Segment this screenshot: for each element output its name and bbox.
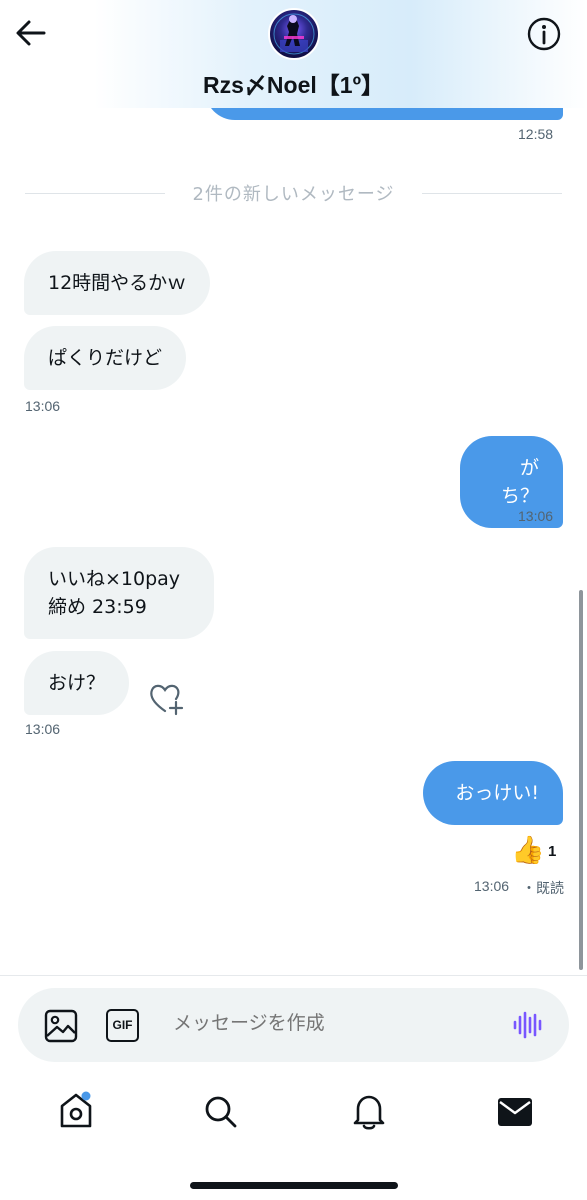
home-icon[interactable] — [58, 1090, 94, 1130]
home-indicator[interactable] — [190, 1182, 398, 1189]
incoming-message-bubble[interactable]: おけ？ — [24, 651, 130, 715]
incoming-message-bubble[interactable]: いいね×10pay 締め 23:59 — [24, 547, 214, 639]
dm-screen: 12:58 2件の新しいメッセージ 12時間やるかｗ ぱくりだけど 13:06 … — [0, 0, 587, 1200]
incoming-message-bubble[interactable]: ぱくりだけど — [24, 326, 187, 390]
message-composer: GIF — [18, 988, 569, 1062]
voice-message-icon[interactable] — [512, 1010, 542, 1040]
gif-label: GIF — [112, 1018, 133, 1032]
message-input[interactable] — [173, 1012, 473, 1034]
message-text-line: いいね×10pay — [48, 568, 181, 590]
message-timestamp: 12:58 — [518, 126, 554, 142]
add-reaction-heart-icon[interactable] — [148, 682, 188, 716]
bottom-nav — [0, 1080, 587, 1150]
info-icon[interactable] — [526, 16, 562, 52]
avatar-image — [273, 13, 315, 55]
gif-button[interactable]: GIF — [106, 1009, 139, 1042]
message-timestamp: 13:06 — [474, 878, 510, 894]
scrollbar[interactable] — [579, 590, 583, 970]
message-text-line: 締め 23:59 — [48, 596, 147, 618]
conversation-title[interactable]: Rzs〆Noel【1º】 — [0, 66, 587, 100]
outgoing-message-bubble[interactable]: おっけい! — [423, 761, 563, 825]
thumbs-up-emoji: 👍 — [511, 835, 545, 866]
incoming-message-bubble[interactable]: 12時間やるかｗ — [24, 251, 211, 315]
mail-icon[interactable] — [497, 1097, 533, 1127]
reaction-count: 1 — [548, 843, 557, 860]
composer-separator — [0, 975, 587, 976]
image-icon[interactable] — [44, 1009, 78, 1043]
search-icon[interactable] — [204, 1095, 238, 1129]
avatar[interactable] — [268, 8, 320, 60]
reaction-badge[interactable]: 👍 1 — [511, 834, 556, 868]
notification-dot — [81, 1091, 91, 1101]
message-timestamp: 13:06 — [518, 508, 554, 524]
message-timestamp: 13:06 — [25, 721, 61, 737]
divider-line-right — [422, 193, 562, 194]
arrow-left-icon[interactable] — [14, 16, 48, 50]
conversation-header: Rzs〆Noel【1º】 — [0, 0, 587, 108]
message-timestamp: 13:06 — [25, 398, 61, 414]
bell-icon[interactable] — [352, 1093, 386, 1131]
read-receipt: ・既読 — [522, 880, 564, 896]
chat-thread[interactable]: 12:58 2件の新しいメッセージ 12時間やるかｗ ぱくりだけど 13:06 … — [0, 0, 587, 975]
